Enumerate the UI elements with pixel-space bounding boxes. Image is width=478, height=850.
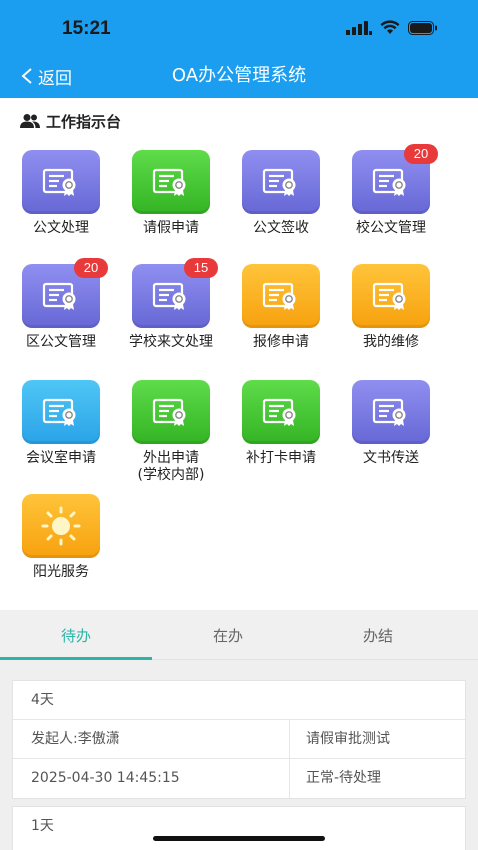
app-tile-icon	[132, 150, 210, 214]
tab-completed[interactable]: 办结	[302, 612, 454, 660]
sun-icon	[41, 506, 81, 546]
app-tile-icon	[22, 494, 100, 558]
app-tile-1[interactable]: 请假申请	[116, 150, 226, 237]
app-tile-6[interactable]: 报修申请	[226, 264, 336, 351]
app-tile-icon	[242, 264, 320, 328]
task-card[interactable]: 1天	[12, 806, 466, 850]
app-tile-label: 外出申请 (学校内部)	[137, 450, 205, 483]
certificate-icon	[372, 282, 406, 310]
task-duration: 4天	[31, 692, 54, 708]
app-tile-8[interactable]: 会议室申请	[6, 380, 116, 467]
app-tile-icon	[132, 380, 210, 444]
workbench-title: 工作指示台	[20, 110, 121, 132]
app-tile-7[interactable]: 我的维修	[336, 264, 446, 351]
app-tile-0[interactable]: 公文处理	[6, 150, 116, 237]
app-tile-label: 我的维修	[363, 334, 419, 350]
cellular-signal-icon	[346, 20, 372, 35]
certificate-icon	[152, 168, 186, 196]
app-tile-label: 公文签收	[253, 220, 309, 236]
app-tile-11[interactable]: 文书传送	[336, 380, 446, 467]
certificate-icon	[372, 398, 406, 426]
nav-bar: 返回 OA办公管理系统	[0, 58, 478, 98]
notification-badge: 15	[184, 258, 218, 278]
users-icon	[20, 114, 40, 128]
battery-icon	[408, 20, 437, 35]
certificate-icon	[262, 282, 296, 310]
task-duration: 1天	[31, 818, 54, 834]
task-tabs: 待办 在办 办结	[0, 612, 478, 660]
certificate-icon	[42, 282, 76, 310]
home-indicator	[153, 836, 325, 841]
app-tile-label: 请假申请	[143, 220, 199, 236]
status-time: 15:21	[62, 18, 111, 39]
app-tile-label: 报修申请	[253, 334, 309, 350]
task-datetime: 2025-04-30 14:45:15	[31, 770, 180, 786]
app-tile-icon: 15	[132, 258, 218, 328]
header: 15:21 返回 OA办公管理系统	[0, 0, 478, 98]
tab-in-progress[interactable]: 在办	[152, 612, 304, 660]
certificate-icon	[152, 398, 186, 426]
task-card[interactable]: 4天 发起人:李傲潇 请假审批测试 2025-04-30 14:45:15 正常…	[12, 680, 466, 799]
active-tab-indicator	[0, 657, 152, 660]
certificate-icon	[262, 168, 296, 196]
certificate-icon	[262, 398, 296, 426]
app-tile-3[interactable]: 20 校公文管理	[336, 144, 446, 237]
notification-badge: 20	[74, 258, 108, 278]
task-status: 正常-待处理	[289, 759, 467, 798]
app-tile-label: 会议室申请	[26, 450, 96, 466]
app-tile-label: 文书传送	[363, 450, 419, 466]
app-tile-label: 区公文管理	[26, 334, 96, 350]
app-tile-icon: 20	[22, 258, 108, 328]
notification-badge: 20	[404, 144, 438, 164]
card-row-initiator: 发起人:李傲潇 请假审批测试	[13, 720, 465, 759]
wifi-icon	[380, 20, 400, 34]
app-tile-icon	[352, 264, 430, 328]
app-tile-label: 校公文管理	[356, 220, 426, 236]
certificate-icon	[42, 398, 76, 426]
certificate-icon	[372, 168, 406, 196]
card-row-duration: 4天	[13, 681, 465, 720]
app-tile-label: 阳光服务	[33, 564, 89, 580]
status-icons	[346, 20, 438, 35]
card-row-datetime: 2025-04-30 14:45:15 正常-待处理	[13, 759, 465, 798]
certificate-icon	[152, 282, 186, 310]
app-tile-12[interactable]: 阳光服务	[6, 494, 116, 581]
app-tile-icon	[242, 380, 320, 444]
app-tile-icon	[242, 150, 320, 214]
app-tile-5[interactable]: 15 学校来文处理	[116, 258, 226, 351]
app-tile-label: 学校来文处理	[129, 334, 213, 350]
workbench-panel: 工作指示台 公文处理 请假申请 公文签收 20 校公文管理 20 区公文管理 15 学校来文处理…	[0, 98, 478, 610]
app-tile-2[interactable]: 公文签收	[226, 150, 336, 237]
tab-todo[interactable]: 待办	[0, 612, 152, 660]
task-initiator: 发起人:李傲潇	[31, 731, 120, 747]
app-tile-icon	[352, 380, 430, 444]
app-tile-9[interactable]: 外出申请 (学校内部)	[116, 380, 226, 484]
workbench-title-label: 工作指示台	[46, 112, 122, 131]
app-tile-icon	[22, 380, 100, 444]
app-tile-icon: 20	[352, 144, 438, 214]
certificate-icon	[42, 168, 76, 196]
app-tile-icon	[22, 150, 100, 214]
app-tile-label: 补打卡申请	[246, 450, 316, 466]
app-tile-4[interactable]: 20 区公文管理	[6, 258, 116, 351]
page-title: OA办公管理系统	[171, 65, 307, 86]
app-tile-10[interactable]: 补打卡申请	[226, 380, 336, 467]
status-bar: 15:21	[0, 0, 478, 58]
app-tile-label: 公文处理	[33, 220, 89, 236]
task-subject: 请假审批测试	[289, 720, 467, 759]
